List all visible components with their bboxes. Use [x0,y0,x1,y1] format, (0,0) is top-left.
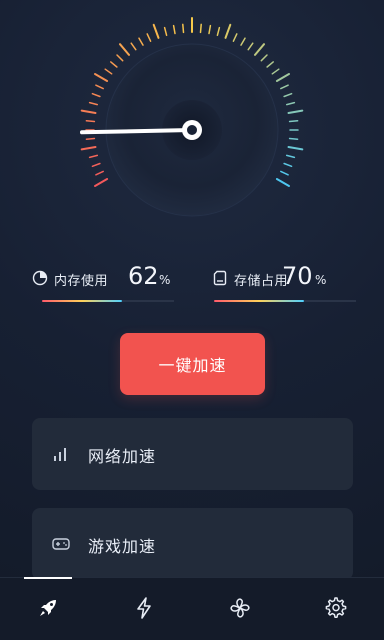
gauge-tick [91,162,101,168]
memory-usage-stat: 内存使用 62 % [32,262,180,306]
gauge-tick [94,73,109,82]
gauge-tick [280,84,289,90]
fan-icon [229,597,251,623]
gauge-tick [152,23,160,39]
gauge-tick [85,120,96,123]
storage-usage-value: 70 [282,262,313,290]
gauge-tick [224,23,232,39]
bottom-navigation [0,577,384,640]
usage-stats: 内存使用 62 % 存储占用 70 % [32,262,356,306]
gauge-tick [216,26,221,37]
pie-chart-icon [32,270,48,286]
one-key-boost-button[interactable]: 一键加速 [120,333,265,395]
gauge-tick [85,137,96,140]
gauge-tick [288,120,299,123]
signal-bars-icon [52,446,70,462]
lightning-icon [134,596,154,623]
gauge-tick [283,162,293,168]
network-boost-label: 网络加速 [88,447,157,466]
gauge-tick [271,68,280,75]
gauge-tick [88,154,99,159]
rocket-icon [37,597,59,623]
gauge-tick [163,26,168,37]
gauge-tick [266,61,274,68]
gauge-tick [138,37,144,46]
gauge-hub-center [187,125,197,135]
gauge-tick [260,54,268,62]
tab-boost[interactable] [0,578,96,640]
speed-gauge [80,17,304,217]
gauge-tick [95,84,104,90]
gauge-tick [146,33,152,42]
gauge-needle [80,128,194,135]
memory-usage-label: 内存使用 [54,274,109,289]
storage-usage-unit: % [315,273,327,287]
game-boost-label: 游戏加速 [88,537,157,556]
gauge-tick [275,73,290,82]
storage-usage-bar [214,300,304,302]
gauge-tick [283,92,293,98]
gauge-tick [247,42,254,51]
tab-power[interactable] [96,578,192,640]
gauge-tick [172,24,176,35]
storage-usage-label: 存储占用 [234,274,289,289]
gauge-tick [182,23,185,34]
gauge-tick [95,170,104,176]
gauge-tick [275,178,290,187]
storage-usage-stat: 存储占用 70 % [212,262,356,306]
gauge-tick [285,154,296,159]
memory-usage-track [122,300,174,302]
gauge-tick [94,178,109,187]
gauge-tick [288,137,299,140]
gauge-tick [254,43,265,56]
tab-settings[interactable] [288,578,384,640]
gauge-tick [240,37,246,46]
network-boost-card[interactable]: 网络加速 [32,418,353,490]
memory-usage-unit: % [159,273,171,287]
gauge-tick [80,146,97,151]
gauge-tick [116,54,124,62]
gauge-tick [208,24,212,35]
gauge-tick [110,61,118,68]
storage-usage-track [304,300,356,302]
gauge-tick [80,109,97,114]
gauge-tick [91,92,101,98]
memory-usage-bar [42,300,122,302]
gauge-tick [280,170,289,176]
memory-usage-value: 62 [128,262,159,290]
game-boost-card[interactable]: 游戏加速 [32,508,353,580]
gauge-tick [199,23,202,34]
gauge-tick [232,33,238,42]
tab-cooling[interactable] [192,578,288,640]
app-root: 内存使用 62 % 存储占用 70 % 一键加速 网络加速 游戏加速 [0,0,384,640]
gauge-tick [88,101,99,106]
gauge-tick [287,146,304,151]
gauge-tick [104,68,113,75]
gamepad-icon [52,536,70,552]
gauge-tick [285,101,296,106]
sd-card-icon [212,270,228,286]
gear-icon [325,596,347,623]
gauge-tick [287,109,304,114]
gauge-tick [130,42,137,51]
gauge-tick [119,43,130,56]
